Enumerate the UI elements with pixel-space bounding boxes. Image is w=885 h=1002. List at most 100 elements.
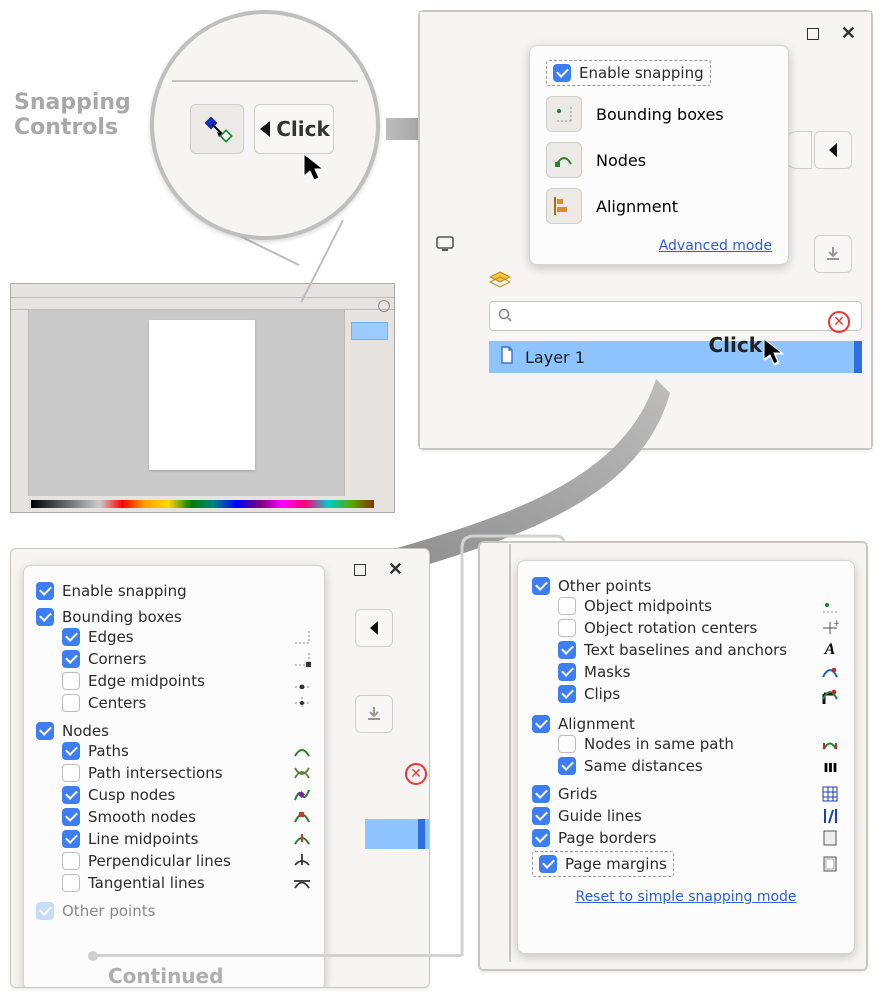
alignment-icon (554, 196, 574, 216)
same-distances-check[interactable]: Same distances (558, 757, 820, 775)
alignment-button[interactable] (546, 188, 582, 224)
snap-toggle-button[interactable] (190, 104, 244, 154)
bounding-boxes-button[interactable] (546, 96, 582, 132)
snap-popover-trigger[interactable] (355, 609, 393, 647)
delete-icon[interactable]: ✕ (405, 763, 427, 785)
smooth-nodes-check[interactable]: Smooth nodes (62, 808, 292, 826)
cursor-icon (762, 337, 786, 369)
paths-check[interactable]: Paths (62, 742, 292, 760)
edge-midpoints-check[interactable]: Edge midpoints (62, 672, 292, 690)
corners-icon (292, 651, 312, 667)
guide-lines-check[interactable]: Guide lines (532, 807, 820, 825)
tangential-check[interactable]: Tangential lines (62, 874, 292, 892)
snap-popover-button[interactable]: Click (254, 104, 334, 154)
perp-icon (292, 853, 312, 869)
enable-snapping-label: Enable snapping (579, 64, 704, 82)
text-baselines-check[interactable]: Text baselines and anchors (558, 641, 820, 659)
edge-mid-icon (292, 673, 312, 689)
zoom-callout: Click (150, 10, 380, 240)
smooth-icon (292, 809, 312, 825)
mask-icon (820, 664, 840, 680)
window-close-icon[interactable]: ✕ (841, 23, 856, 44)
page-borders-check[interactable]: Page borders (532, 829, 820, 847)
enable-snapping-check[interactable]: Enable snapping (553, 64, 704, 82)
paths-icon (292, 743, 312, 759)
object-midpoints-check[interactable]: Object midpoints (558, 597, 820, 615)
nodes-icon (554, 150, 574, 170)
triangle-left-icon (258, 120, 272, 138)
same-path-check[interactable]: Nodes in same path (558, 735, 820, 753)
snap-simple-popover: Enable snapping Bounding boxes Nodes Ali… (529, 45, 789, 265)
download-button[interactable] (355, 695, 393, 733)
snap-advanced-popover-1: Enable snapping Bounding boxes Edges Cor… (23, 565, 325, 988)
layer-row-fragment (365, 819, 430, 849)
edges-check[interactable]: Edges (62, 628, 292, 646)
document-icon (499, 346, 515, 368)
alignment-label: Alignment (596, 197, 678, 216)
download-icon (824, 245, 842, 263)
bounding-boxes-check[interactable]: Bounding boxes (36, 608, 182, 626)
masks-check[interactable]: Masks (558, 663, 820, 681)
clips-check[interactable]: Clips (558, 685, 820, 703)
advanced-panel-1: ✕ ✕ Enable snapping Bounding boxes Edges… (10, 548, 430, 988)
snap-popover-trigger[interactable] (814, 131, 852, 169)
nodes-check[interactable]: Nodes (36, 722, 109, 740)
layer-search-field[interactable] (489, 301, 862, 331)
page-icon (820, 830, 840, 846)
guides-icon (820, 808, 840, 824)
search-icon (498, 307, 512, 326)
object-rotation-check[interactable]: Object rotation centers (558, 619, 820, 637)
bounding-boxes-label: Bounding boxes (596, 105, 724, 124)
window-close-icon[interactable]: ✕ (388, 559, 403, 580)
line-mid-icon (292, 831, 312, 847)
svg-text:+: + (833, 620, 839, 629)
enable-snapping-label: Enable snapping (62, 582, 187, 600)
perpendicular-check[interactable]: Perpendicular lines (62, 852, 292, 870)
centers-check[interactable]: Centers (62, 694, 292, 712)
text-icon: A (820, 642, 840, 658)
triangle-left-icon (368, 620, 380, 636)
nodes-button[interactable] (546, 142, 582, 178)
window-maximize-icon[interactable] (354, 564, 366, 576)
monitor-icon (435, 235, 455, 257)
cursor-icon (302, 152, 328, 186)
layers-stack-icon (489, 271, 511, 293)
centers-icon (292, 695, 312, 711)
same-dist-icon: ııı (820, 758, 840, 774)
title-line1: Snapping (14, 90, 131, 115)
layers-panel: Layer 1 (489, 271, 862, 373)
path-intersections-check[interactable]: Path intersections (62, 764, 292, 782)
rotation-center-icon: + (820, 620, 840, 636)
line-midpoints-check[interactable]: Line midpoints (62, 830, 292, 848)
corners-check[interactable]: Corners (62, 650, 292, 668)
zoom-click-label: Click (276, 117, 330, 141)
snap-advanced-popover-2: Other points Object midpoints Object rot… (517, 560, 855, 954)
continued-label: Continued (108, 964, 223, 988)
reset-simple-link[interactable]: Reset to simple snapping mode (532, 889, 840, 905)
bounding-box-icon (554, 104, 574, 124)
delete-icon[interactable]: ✕ (828, 311, 850, 333)
advanced-panel-2: Other points Object midpoints Object rot… (478, 541, 868, 971)
enable-snapping-check[interactable]: Enable snapping (36, 582, 187, 600)
download-button[interactable] (814, 235, 852, 273)
nodes-label: Nodes (596, 151, 646, 170)
advanced-mode-link[interactable]: Advanced mode (546, 238, 772, 254)
grids-check[interactable]: Grids (532, 785, 820, 803)
other-points-check[interactable]: Other points (532, 577, 651, 595)
obj-mid-icon (820, 598, 840, 614)
download-icon (365, 705, 383, 723)
other-points-check[interactable]: Other points (36, 902, 155, 920)
layer-name: Layer 1 (525, 348, 585, 367)
tangent-icon (292, 875, 312, 891)
click-label-2: Click (708, 333, 762, 357)
page-margin-icon (820, 856, 840, 872)
snap-diamond-icon (200, 114, 234, 144)
layer-row[interactable]: Layer 1 (489, 341, 862, 373)
window-maximize-icon[interactable] (807, 28, 819, 40)
diagram-title: Snapping Controls (14, 90, 131, 141)
alignment-check[interactable]: Alignment (532, 715, 635, 733)
page-margins-check[interactable]: Page margins (539, 855, 667, 873)
cusp-nodes-check[interactable]: Cusp nodes (62, 786, 292, 804)
window-buttons: ✕ (807, 23, 856, 44)
same-path-icon (820, 736, 840, 752)
